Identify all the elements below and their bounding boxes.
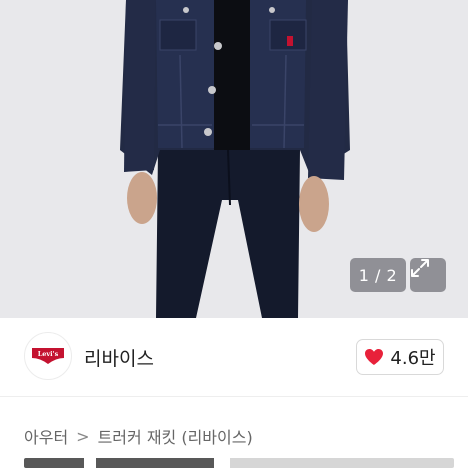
svg-text:Levi's: Levi's xyxy=(38,350,59,358)
like-button[interactable]: 4.6만 xyxy=(356,339,444,375)
section-divider xyxy=(0,396,468,397)
breadcrumb-separator: > xyxy=(76,426,90,446)
heart-icon xyxy=(365,349,384,365)
breadcrumb-item-trucker-jacket[interactable]: 트러커 재킷 (리바이스) xyxy=(98,424,253,448)
product-image[interactable]: 1 / 2 xyxy=(0,0,468,318)
breadcrumb: 아우터 > 트러커 재킷 (리바이스) xyxy=(24,424,253,448)
like-count: 4.6만 xyxy=(390,348,436,369)
breadcrumb-item-outer[interactable]: 아우터 xyxy=(24,424,68,448)
store-logo[interactable]: Levi's xyxy=(24,332,72,380)
product-page: 1 / 2 Levi's 리바이스 4.6만 아우터 > 트러커 재킷 (리바이… xyxy=(0,0,468,468)
levis-logo: Levi's xyxy=(32,348,64,364)
image-page-indicator: 1 / 2 xyxy=(350,258,406,292)
store-row[interactable]: Levi's 리바이스 4.6만 xyxy=(0,318,468,396)
expand-image-button[interactable] xyxy=(410,258,446,292)
expand-icon xyxy=(411,259,429,277)
product-title-cutoff xyxy=(24,458,454,468)
image-page-text: 1 / 2 xyxy=(358,265,398,285)
store-name[interactable]: 리바이스 xyxy=(84,344,154,371)
